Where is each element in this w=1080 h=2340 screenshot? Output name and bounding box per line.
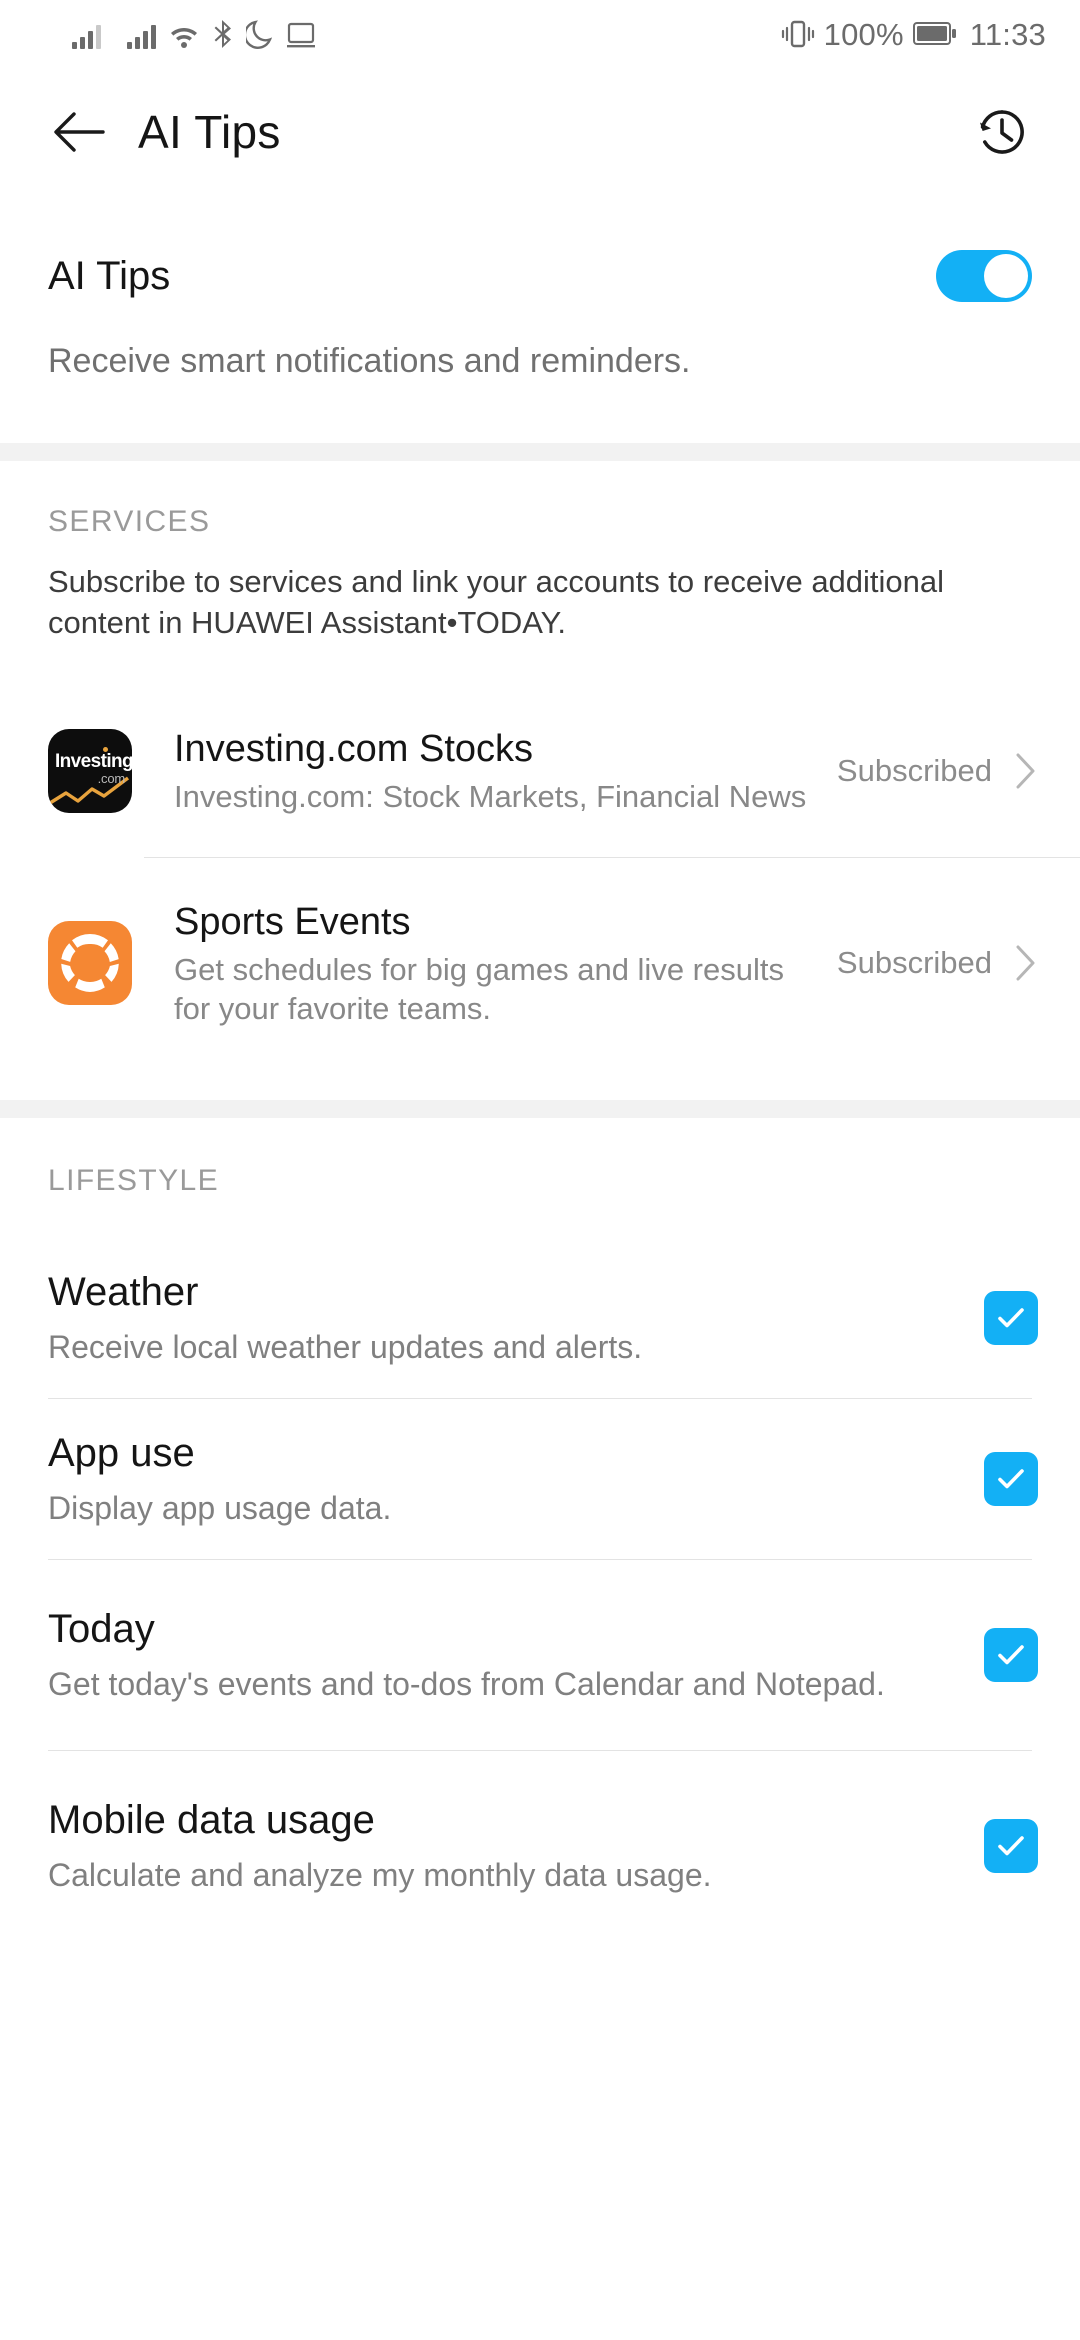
lifestyle-text-block: Today Get today's events and to-dos from… xyxy=(48,1605,984,1705)
checkmark-icon xyxy=(998,1308,1024,1328)
lifestyle-subtitle: Get today's events and to-dos from Calen… xyxy=(48,1666,885,1703)
screen-cast-icon xyxy=(286,21,316,49)
lifestyle-title: Mobile data usage xyxy=(48,1798,375,1843)
services-description: Subscribe to services and link your acco… xyxy=(48,564,945,641)
lifestyle-label: LIFESTYLE xyxy=(48,1164,219,1198)
lifestyle-section-header: LIFESTYLE xyxy=(0,1118,1080,1198)
signal-bars-icon xyxy=(72,23,101,49)
service-subtitle: Get schedules for big games and live res… xyxy=(174,951,784,1026)
status-bar-left-icons xyxy=(72,19,316,49)
services-description-wrap: Subscribe to services and link your acco… xyxy=(0,539,1080,643)
checkbox-today[interactable] xyxy=(984,1628,1038,1683)
lifestyle-row-weather[interactable]: Weather Receive local weather updates an… xyxy=(0,1238,1080,1398)
services-section-header: SERVICES xyxy=(0,461,1080,539)
bluetooth-icon xyxy=(212,19,234,49)
sports-events-app-icon xyxy=(48,921,132,1006)
checkbox-app-use[interactable] xyxy=(984,1452,1038,1507)
lifestyle-title: App use xyxy=(48,1431,195,1476)
ai-tips-toggle[interactable] xyxy=(936,250,1032,302)
lifestyle-title: Today xyxy=(48,1607,155,1652)
service-text-block: Sports Events Get schedules for big game… xyxy=(174,899,837,1028)
services-label: SERVICES xyxy=(48,505,211,538)
service-row-investing[interactable]: Investing .com Investing.com Stocks Inve… xyxy=(0,685,1080,857)
page-title: AI Tips xyxy=(138,106,281,158)
checkmark-icon xyxy=(998,1836,1024,1856)
service-title: Sports Events xyxy=(174,900,411,943)
lifestyle-subtitle: Display app usage data. xyxy=(48,1490,392,1527)
app-bar: AI Tips xyxy=(0,68,1080,196)
icon-soccer-ball xyxy=(61,934,119,993)
lifestyle-text-block: Mobile data usage Calculate and analyze … xyxy=(48,1796,984,1896)
lifestyle-title: Weather xyxy=(48,1270,199,1315)
clock-label: 11:33 xyxy=(969,16,1046,52)
service-row-sports[interactable]: Sports Events Get schedules for big game… xyxy=(0,858,1080,1068)
chevron-right-icon[interactable] xyxy=(1014,751,1040,791)
service-subtitle: Investing.com: Stock Markets, Financial … xyxy=(174,779,807,815)
ai-tips-master-row[interactable]: AI Tips xyxy=(0,196,1080,302)
history-clock-icon xyxy=(980,110,1024,154)
investing-com-app-icon: Investing .com xyxy=(48,729,132,814)
icon-wordmark: Investing xyxy=(55,751,132,773)
battery-full-icon xyxy=(912,21,957,47)
lifestyle-row-mobile-data-usage[interactable]: Mobile data usage Calculate and analyze … xyxy=(0,1751,1080,1941)
checkmark-icon xyxy=(998,1645,1024,1665)
lifestyle-subtitle: Calculate and analyze my monthly data us… xyxy=(48,1857,712,1894)
lifestyle-subtitle: Receive local weather updates and alerts… xyxy=(48,1329,643,1366)
vibrate-icon xyxy=(781,19,815,49)
back-arrow-icon xyxy=(54,112,105,152)
service-title: Investing.com Stocks xyxy=(174,728,534,771)
icon-domain-suffix: .com xyxy=(97,771,126,787)
lifestyle-row-app-use[interactable]: App use Display app usage data. xyxy=(0,1399,1080,1559)
section-separator xyxy=(0,1100,1080,1119)
section-separator xyxy=(0,443,1080,461)
back-button[interactable] xyxy=(40,93,118,171)
ai-tips-master-description: Receive smart notifications and reminder… xyxy=(48,342,691,380)
history-button[interactable] xyxy=(964,94,1040,170)
ai-tips-master-label: AI Tips xyxy=(48,253,171,298)
lifestyle-row-today[interactable]: Today Get today's events and to-dos from… xyxy=(0,1560,1080,1750)
status-bar: 100% 11:33 xyxy=(0,0,1080,68)
lifestyle-text-block: App use Display app usage data. xyxy=(48,1429,984,1529)
chevron-right-icon[interactable] xyxy=(1014,943,1040,983)
toggle-knob xyxy=(984,254,1028,298)
wifi-icon xyxy=(168,23,200,49)
checkbox-mobile-data-usage[interactable] xyxy=(984,1819,1038,1874)
status-bar-right-icons: 100% 11:33 xyxy=(781,19,1046,50)
battery-percent-label: 100% xyxy=(823,16,904,52)
moon-icon xyxy=(246,19,274,49)
service-status-label: Subscribed xyxy=(836,945,992,981)
lifestyle-text-block: Weather Receive local weather updates an… xyxy=(48,1268,984,1368)
checkbox-weather[interactable] xyxy=(984,1291,1038,1346)
service-status-label: Subscribed xyxy=(836,753,992,789)
service-text-block: Investing.com Stocks Investing.com: Stoc… xyxy=(174,726,837,816)
checkmark-icon xyxy=(998,1469,1024,1489)
signal-bars-icon xyxy=(127,23,156,49)
